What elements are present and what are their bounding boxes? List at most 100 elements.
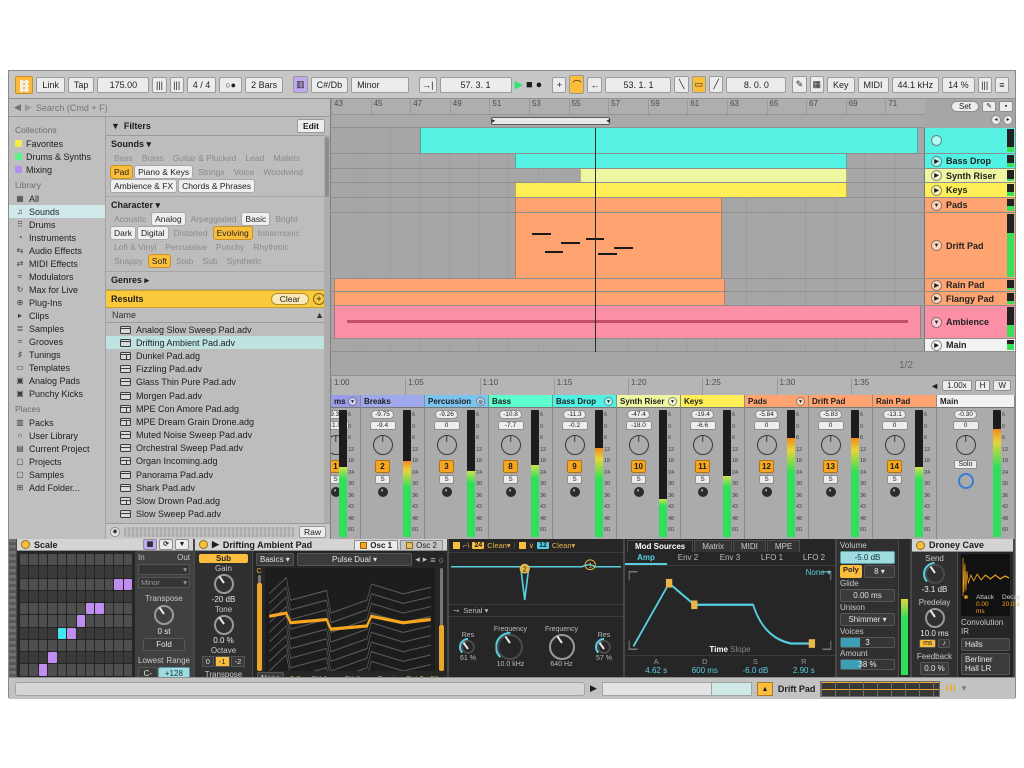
clear-filters-button[interactable]: Clear — [270, 293, 309, 305]
overview-toggle-icon[interactable]: ≡ — [994, 76, 1009, 93]
scale-grid-cell[interactable] — [85, 566, 95, 578]
sound-filter-tag[interactable]: Chords & Phrases — [179, 180, 255, 192]
pan-knob[interactable] — [955, 435, 976, 455]
wavetable-position-slider[interactable]: C — [253, 568, 265, 671]
automation-arm-button[interactable]: ⌒ — [569, 75, 585, 94]
track-tab-fold-icon[interactable]: ▼ — [604, 396, 613, 406]
scale-grid-cell[interactable] — [20, 578, 29, 590]
filter1-slope-badge[interactable]: 24 — [472, 542, 485, 549]
track-header[interactable]: ▶ Flangy Pad — [925, 292, 1015, 305]
track-clip-lane[interactable] — [331, 292, 925, 305]
scale-grid-cell[interactable] — [48, 578, 57, 590]
character-filter-tag[interactable]: Dark — [111, 227, 135, 239]
scale-grid-cell[interactable] — [76, 578, 85, 590]
clip-loop-overview[interactable] — [601, 681, 752, 696]
track-fold-icon[interactable]: ▶ — [931, 339, 942, 351]
scale-grid-cell[interactable] — [95, 664, 104, 676]
arrangement-clip[interactable] — [333, 279, 726, 291]
track-clip-lane[interactable] — [331, 339, 925, 351]
track-clip-lane[interactable] — [331, 213, 925, 278]
scale-grid-cell[interactable] — [29, 554, 38, 566]
scale-grid-cell[interactable] — [95, 566, 104, 578]
scale-grid-cell[interactable] — [57, 603, 67, 615]
scale-grid-cell[interactable] — [38, 639, 48, 652]
scale-grid-cell[interactable] — [104, 578, 114, 590]
edit-filters-button[interactable]: Edit — [296, 119, 325, 133]
volume-fader-value[interactable]: -9.4 — [369, 420, 396, 430]
character-filter-title[interactable]: Character ▾ — [106, 197, 330, 212]
scale-grid-cell[interactable] — [38, 603, 48, 615]
scale-grid-cell[interactable] — [76, 664, 85, 676]
scale-grid-cell[interactable] — [29, 603, 38, 615]
volume-fader-value[interactable]: 0 — [433, 420, 460, 430]
track-clip-lane[interactable] — [331, 198, 925, 212]
pan-knob[interactable] — [884, 435, 905, 455]
browser-result-item[interactable]: Glass Thin Pure Pad.adv — [106, 376, 330, 389]
browser-result-item[interactable]: Shark Pad.adv — [106, 481, 330, 494]
scale-grid-cell[interactable] — [85, 664, 95, 676]
track-fold-icon[interactable]: ▶ — [931, 279, 942, 291]
scale-grid-cell[interactable] — [76, 603, 85, 615]
speaker-icon[interactable]: ◄ — [930, 381, 939, 391]
character-filter-tag[interactable]: Acoustic — [111, 213, 149, 225]
output-level-icon[interactable]: ılı — [945, 683, 956, 694]
sound-filter-tag[interactable]: Ambience & FX — [111, 180, 177, 192]
track-tab[interactable]: Bass — [489, 395, 552, 408]
prev-wavetable-icon[interactable]: ◂ — [415, 554, 420, 565]
track-header[interactable]: ▶ Main — [925, 339, 1015, 351]
scale-grid-cell[interactable] — [29, 566, 38, 578]
record-button[interactable]: ● — [536, 79, 543, 91]
track-clip-lane[interactable] — [331, 183, 925, 197]
mod-tab[interactable]: Matrix — [694, 540, 733, 552]
wavetable-category-dropdown[interactable]: Basics ▾ — [256, 553, 294, 566]
track-header[interactable] — [925, 128, 1015, 153]
mod-subtab[interactable]: LFO 2 — [793, 552, 835, 565]
scale-grid-cell[interactable] — [57, 627, 67, 639]
height-zoom-button[interactable]: H — [974, 380, 991, 391]
filter2-slope-badge[interactable]: 12 — [537, 542, 549, 549]
track-activator-number[interactable]: 11 — [695, 459, 710, 473]
peak-level-display[interactable]: -11.3 — [563, 410, 586, 419]
arrangement-clip[interactable] — [333, 306, 922, 338]
scale-grid-cell[interactable] — [67, 627, 76, 639]
scale-grid-cell[interactable] — [104, 566, 114, 578]
track-fold-icon[interactable]: ▼ — [931, 240, 942, 251]
volume-fader-value[interactable]: -18.0 — [625, 420, 652, 430]
scale-grid-cell[interactable] — [104, 554, 114, 566]
scale-name-dropdown[interactable]: Minor ▾ — [138, 577, 190, 588]
peak-level-display[interactable]: -0.30 — [954, 410, 977, 419]
filters-collapse-icon[interactable]: ▼ — [111, 121, 120, 131]
track-tab-fold-icon[interactable]: ◎ — [476, 396, 485, 406]
track-header[interactable]: ▼ Ambience — [925, 306, 1015, 338]
link-button[interactable]: Link — [36, 76, 65, 93]
scale-grid-cell[interactable] — [48, 639, 57, 652]
pan-knob[interactable] — [372, 435, 393, 455]
res2-knob[interactable] — [597, 640, 611, 654]
scale-grid-cell[interactable] — [67, 590, 76, 603]
character-filter-tag[interactable]: Stab — [173, 255, 197, 267]
scale-grid-cell[interactable] — [38, 578, 48, 590]
tone-knob[interactable] — [213, 615, 234, 635]
genres-filter-title[interactable]: Genres ▸ — [106, 272, 330, 290]
solo-button[interactable]: S — [695, 475, 710, 484]
sound-filter-tag[interactable]: Voice — [231, 166, 258, 178]
track-tab[interactable]: ms ▼ — [331, 395, 360, 408]
freq2-value[interactable]: 640 Hz — [550, 661, 572, 668]
track-tab-fold-icon[interactable]: ▼ — [668, 396, 677, 406]
track-fold-icon[interactable]: ▶ — [931, 155, 942, 167]
scale-grid-cell[interactable] — [114, 664, 123, 676]
scale-grid-cell[interactable] — [29, 627, 38, 639]
scale-grid-cell[interactable] — [85, 590, 95, 603]
track-clip-lane[interactable] — [331, 128, 925, 153]
scale-grid-cell[interactable] — [29, 590, 38, 603]
mod-tab[interactable]: Mod Sources — [627, 540, 694, 552]
scale-grid-cell[interactable] — [48, 603, 57, 615]
filter2-shape-icon[interactable]: ∨ — [529, 541, 535, 550]
scale-grid-cell[interactable] — [20, 627, 29, 639]
sort-icon[interactable]: ▲ — [315, 310, 324, 320]
midi-note[interactable] — [598, 253, 617, 256]
monitor-button[interactable]: ◐ — [377, 486, 388, 497]
library-item[interactable]: ▭ Templates — [9, 361, 105, 374]
midi-map-mode-button[interactable]: MIDI — [857, 76, 889, 93]
scale-grid-cell[interactable] — [20, 639, 29, 652]
